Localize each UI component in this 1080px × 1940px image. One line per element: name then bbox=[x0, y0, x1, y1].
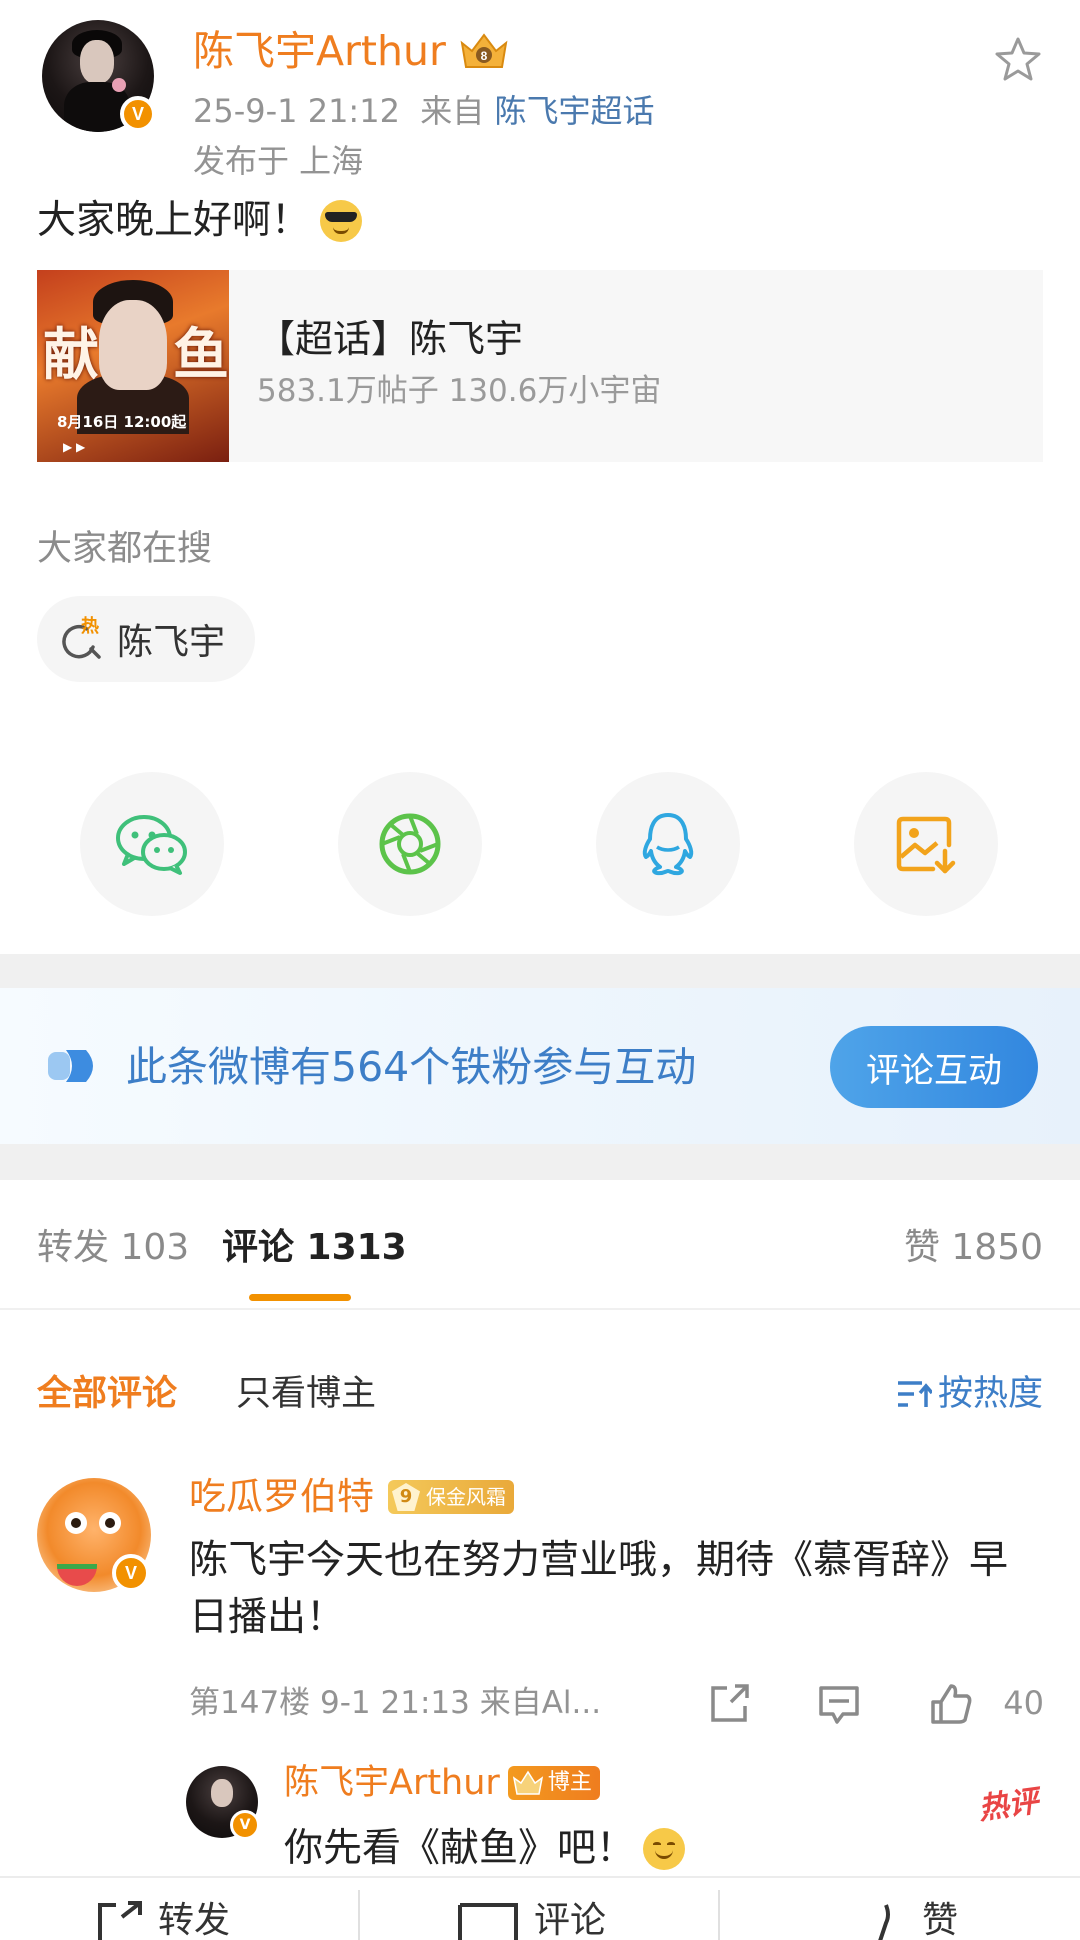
supertopic-stats: 583.1万帖子 130.6万小宇宙 bbox=[257, 373, 662, 409]
sort-by-hot-button[interactable]: 按热度 bbox=[896, 1368, 1043, 1420]
share-save-image-button[interactable] bbox=[854, 772, 998, 916]
author-row: V 陈飞宇Arthur 8 25-9-1 21:12 来自 陈飞宇超话 发布于 … bbox=[37, 16, 1043, 188]
sort-label[interactable]: 按热度 bbox=[938, 1368, 1043, 1420]
bottom-bar-separator bbox=[718, 1890, 720, 1940]
fan-badge-label: 保金风霜 bbox=[426, 1485, 506, 1509]
comment-icon bbox=[458, 1903, 518, 1940]
search-chip[interactable]: 热 陈飞宇 bbox=[37, 596, 256, 682]
search-chip-label[interactable]: 陈飞宇 bbox=[117, 613, 225, 665]
moments-icon bbox=[379, 813, 441, 875]
supertopic-poster: 献 鱼 8月16日 12:00起 ▶ ▶ bbox=[37, 270, 229, 462]
share-qq-button[interactable] bbox=[596, 772, 740, 916]
search-section-title: 大家都在搜 bbox=[37, 529, 213, 569]
commenter-name[interactable]: 吃瓜罗伯特 bbox=[189, 1470, 374, 1524]
share-icon[interactable] bbox=[707, 1682, 751, 1726]
post: V 陈飞宇Arthur 8 25-9-1 21:12 来自 陈飞宇超话 发布于 … bbox=[0, 0, 1080, 682]
reply-author-name[interactable]: 陈飞宇Arthur bbox=[284, 1758, 500, 1808]
filter-blogger-only[interactable]: 只看博主 bbox=[236, 1368, 376, 1420]
bottom-like-label[interactable]: 赞 bbox=[922, 1896, 958, 1940]
comment-text: 陈飞宇今天也在努力营业哦，期待《慕胥辞》早日播出！ bbox=[189, 1538, 1009, 1640]
qq-icon bbox=[642, 813, 694, 876]
source-link[interactable]: 陈飞宇超话 bbox=[494, 92, 654, 130]
bottom-repost-button[interactable]: 转发 bbox=[96, 1896, 230, 1940]
like-icon[interactable] bbox=[929, 1682, 973, 1726]
svg-text:8: 8 bbox=[480, 49, 487, 63]
post-meta: 25-9-1 21:12 来自 陈飞宇超话 bbox=[193, 88, 654, 134]
poster-apps: ▶ ▶ bbox=[63, 440, 86, 454]
comment-interact-button[interactable]: 评论互动 bbox=[830, 1026, 1038, 1108]
poster-date: 8月16日 12:00起 bbox=[57, 413, 187, 431]
fan-interaction-banner: 此条微博有564个铁粉参与互动 评论互动 bbox=[0, 988, 1080, 1144]
author-name[interactable]: 陈飞宇Arthur 8 bbox=[193, 22, 510, 80]
like-count: 40 bbox=[1003, 1684, 1044, 1722]
share-moments-button[interactable] bbox=[338, 772, 482, 916]
bottom-like-button[interactable]: 赞 bbox=[860, 1896, 958, 1940]
blogger-badge: 博主 bbox=[507, 1766, 600, 1800]
active-tab-indicator bbox=[249, 1294, 351, 1301]
detail-tabs: 转发 103 评论 1313 赞 1850 bbox=[0, 1180, 1080, 1310]
verified-badge: V bbox=[230, 1810, 260, 1840]
share-row bbox=[0, 772, 1080, 916]
crown-icon: 8 bbox=[458, 29, 510, 73]
iron-fan-icon bbox=[46, 1046, 102, 1086]
fan-level-badge[interactable]: 9 保金风霜 bbox=[388, 1480, 514, 1514]
crown-icon bbox=[512, 1770, 543, 1795]
bottom-bar-separator bbox=[358, 1890, 360, 1940]
verified-badge: V bbox=[120, 96, 156, 132]
reply-text: 你先看《献鱼》吧！ bbox=[284, 1826, 636, 1871]
wechat-icon bbox=[116, 815, 187, 875]
hot-comment-stamp: 热评 bbox=[976, 1783, 1041, 1827]
supertopic-title[interactable]: 【超话】陈飞宇 bbox=[257, 312, 661, 366]
supertopic-info: 【超话】陈飞宇 583.1万帖子 130.6万小宇宙 bbox=[229, 270, 661, 462]
reply-name-row: 陈飞宇Arthur 博主 bbox=[284, 1758, 600, 1808]
blogger-badge-label: 博主 bbox=[547, 1770, 592, 1795]
post-location: 发布于 上海 bbox=[193, 142, 364, 180]
from-label: 来自 bbox=[420, 92, 485, 130]
save-image-icon bbox=[896, 816, 956, 874]
hot-badge: 热 bbox=[81, 615, 99, 637]
verified-badge: V bbox=[112, 1554, 150, 1592]
sort-icon bbox=[897, 1381, 932, 1407]
section-divider bbox=[0, 1144, 1080, 1180]
comment-footer: 第147楼 9-1 21:13 来自Al... 40 bbox=[189, 1678, 1044, 1730]
star-icon[interactable] bbox=[993, 34, 1043, 84]
bottom-action-bar: 转发 评论 赞 bbox=[0, 1876, 1080, 1940]
comment-filters: 全部评论 只看博主 按热度 bbox=[0, 1364, 1080, 1424]
fan-level: 9 bbox=[392, 1483, 420, 1511]
comment-meta: 第147楼 9-1 21:13 来自Al... bbox=[189, 1685, 602, 1721]
post-text: 大家晚上好啊！ bbox=[37, 192, 1043, 250]
thumb-up-icon bbox=[878, 1904, 890, 1940]
reply-icon[interactable] bbox=[817, 1682, 861, 1726]
author-name-text[interactable]: 陈飞宇Arthur bbox=[193, 22, 446, 80]
tab-comments[interactable]: 评论 1313 bbox=[222, 1222, 407, 1274]
commenter-name-row: 吃瓜罗伯特 9 保金风霜 bbox=[189, 1470, 514, 1524]
hot-search-icon: 热 bbox=[57, 615, 105, 663]
reply-text-row: 你先看《献鱼》吧！ bbox=[284, 1820, 686, 1878]
tab-repost[interactable]: 转发 103 bbox=[37, 1222, 189, 1274]
supertopic-card[interactable]: 献 鱼 8月16日 12:00起 ▶ ▶ 【超话】陈飞宇 583.1万帖子 13… bbox=[37, 270, 1043, 462]
smile-emoji-icon bbox=[643, 1828, 686, 1870]
tab-likes[interactable]: 赞 1850 bbox=[904, 1222, 1043, 1274]
share-wechat-button[interactable] bbox=[80, 772, 224, 916]
bottom-comment-label[interactable]: 评论 bbox=[534, 1896, 606, 1940]
bottom-comment-button[interactable]: 评论 bbox=[456, 1896, 606, 1940]
reply-item: V 陈飞宇Arthur 博主 你先看《献鱼》吧！ 热评 bbox=[186, 1763, 1046, 1878]
section-divider bbox=[0, 954, 1080, 988]
filter-all-comments[interactable]: 全部评论 bbox=[37, 1368, 177, 1420]
post-text-content: 大家晚上好啊！ bbox=[37, 198, 311, 243]
sunglasses-emoji-icon bbox=[320, 200, 363, 242]
fan-interaction-text: 此条微博有564个铁粉参与互动 bbox=[126, 1043, 697, 1091]
author-avatar[interactable]: V bbox=[42, 20, 156, 132]
post-timestamp: 25-9-1 21:12 bbox=[193, 92, 400, 130]
repost-icon bbox=[98, 1901, 142, 1940]
bottom-repost-label[interactable]: 转发 bbox=[158, 1896, 230, 1940]
